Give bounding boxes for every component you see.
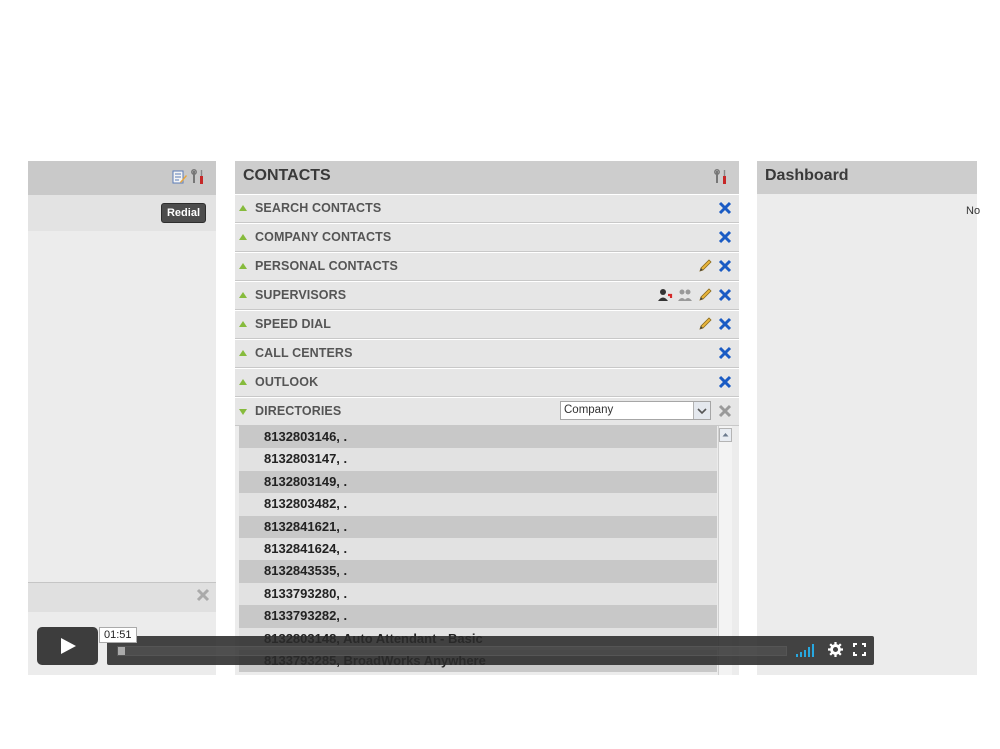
list-item[interactable]: 8132803146, . (239, 426, 717, 449)
pencil-icon[interactable] (697, 287, 713, 303)
expand-triangle-icon[interactable] (239, 379, 247, 385)
redial-button[interactable]: Redial (160, 203, 206, 223)
list-item[interactable]: 8132843535, . (239, 560, 717, 583)
list-item[interactable]: 8133793280, . (239, 582, 717, 606)
section-label: PERSONAL CONTACTS (255, 259, 398, 273)
section-label: SUPERVISORS (255, 288, 347, 302)
list-item[interactable]: 8132803482, . (239, 493, 717, 516)
expand-triangle-icon[interactable] (239, 292, 247, 298)
section-label: COMPANY CONTACTS (255, 230, 392, 244)
section-speed-dial[interactable]: SPEED DIAL (235, 310, 739, 339)
close-icon[interactable] (717, 374, 733, 390)
list-item[interactable]: 8132841621, . (239, 515, 717, 538)
section-directories[interactable]: DIRECTORIES Company (235, 397, 739, 426)
list-item[interactable]: 8132803147, . (239, 448, 717, 471)
expand-triangle-icon[interactable] (239, 409, 247, 415)
section-label: OUTLOOK (255, 375, 319, 389)
close-icon[interactable] (717, 200, 733, 216)
close-icon[interactable] (717, 345, 733, 361)
pencil-icon[interactable] (697, 258, 713, 274)
section-label: SPEED DIAL (255, 317, 332, 331)
section-label: SEARCH CONTACTS (255, 201, 382, 215)
settings-gear-icon[interactable] (828, 642, 843, 662)
section-outlook[interactable]: OUTLOOK (235, 368, 739, 397)
left-panel: Redial (28, 161, 216, 675)
play-button[interactable] (37, 627, 98, 665)
close-icon[interactable] (717, 316, 733, 332)
section-call-centers[interactable]: CALL CENTERS (235, 339, 739, 368)
directory-select[interactable]: Company (560, 401, 711, 420)
dashboard-status-text: No (966, 205, 981, 217)
video-control-bar (107, 636, 874, 665)
close-icon[interactable] (717, 403, 733, 419)
close-icon[interactable] (717, 229, 733, 245)
edit-notes-icon[interactable] (171, 169, 187, 185)
left-panel-call-row: Redial (28, 195, 216, 231)
video-time-badge: 01:51 (99, 627, 137, 643)
pencil-icon[interactable] (697, 316, 713, 332)
list-item[interactable]: 8132841624, . (239, 537, 717, 561)
group-supervisors-icon[interactable] (677, 287, 693, 303)
section-personal-contacts[interactable]: PERSONAL CONTACTS (235, 252, 739, 281)
expand-triangle-icon[interactable] (239, 205, 247, 211)
scroll-up-icon[interactable] (719, 428, 732, 442)
section-search-contacts[interactable]: SEARCH CONTACTS (235, 194, 739, 223)
fullscreen-icon[interactable] (853, 643, 866, 661)
contacts-title: CONTACTS (243, 167, 331, 184)
close-icon[interactable] (196, 588, 210, 607)
expand-triangle-icon[interactable] (239, 321, 247, 327)
video-progress-fill (118, 647, 125, 655)
section-label: CALL CENTERS (255, 346, 353, 360)
dashboard-panel: Dashboard No (757, 161, 981, 675)
video-progress-bar[interactable] (117, 646, 787, 656)
left-panel-header (28, 161, 216, 195)
dashboard-header: Dashboard (757, 161, 977, 194)
volume-icon[interactable] (796, 643, 818, 662)
expand-triangle-icon[interactable] (239, 263, 247, 269)
left-panel-section (28, 582, 216, 612)
list-item[interactable]: 8132803149, . (239, 470, 717, 494)
contacts-header: CONTACTS (235, 161, 739, 194)
directory-select-value: Company (564, 404, 614, 416)
section-label: DIRECTORIES (255, 404, 342, 418)
tools-icon[interactable] (190, 169, 206, 185)
close-icon[interactable] (717, 258, 733, 274)
tools-icon[interactable] (713, 169, 729, 190)
list-item[interactable]: 8133793282, . (239, 605, 717, 628)
section-supervisors[interactable]: SUPERVISORS (235, 281, 739, 310)
contacts-panel: CONTACTS SEARCH CONTACTS COMPANY CONTACT… (235, 161, 739, 675)
chevron-down-icon[interactable] (693, 402, 710, 419)
section-company-contacts[interactable]: COMPANY CONTACTS (235, 223, 739, 252)
play-icon (61, 638, 76, 654)
add-supervisor-icon[interactable] (657, 287, 673, 303)
close-icon[interactable] (717, 287, 733, 303)
expand-triangle-icon[interactable] (239, 350, 247, 356)
dashboard-title: Dashboard (765, 167, 849, 184)
expand-triangle-icon[interactable] (239, 234, 247, 240)
